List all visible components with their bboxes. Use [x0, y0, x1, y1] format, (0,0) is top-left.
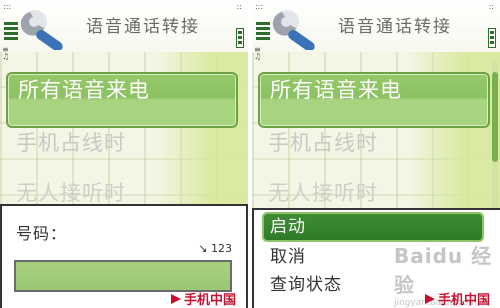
screen-right: ::: 语音通话转接 :: ≡ ♫ 所有语音来电 手机占线时 无人接听时 启动 取… [252, 0, 500, 308]
list-item-label: 手机占线时 [16, 131, 126, 155]
list-item-label: 所有语音来电 [270, 78, 402, 102]
indicator-icon: ≡ ♫ [2, 45, 10, 61]
list-item-all-calls[interactable]: 所有语音来电 [6, 72, 238, 128]
status-dots: ::: [3, 2, 12, 11]
number-label: 号码： [16, 224, 68, 243]
screen-left: ::: 语音通话转接 :: ≡ ♫ 所有语音来电 手机占线时 无人接听时 号码： … [0, 0, 248, 308]
status-dots: ::: [255, 2, 264, 11]
title-bar: ::: 语音通话转接 :: [0, 0, 248, 52]
list-item-label: 所有语音来电 [18, 78, 150, 102]
list-item-label: 手机占线时 [268, 131, 378, 155]
number-input-dialog: 号码： ↘ 123 手机中国 [0, 204, 248, 308]
indicator-icon: ≡ ♫ [254, 45, 262, 61]
battery-icon [236, 28, 244, 48]
wrench-icon [20, 10, 63, 50]
brand-logo: 手机中国 [425, 289, 490, 308]
menu-item-activate[interactable]: 启动 [264, 214, 482, 240]
status-dots-right: :: [488, 2, 494, 11]
signal-icon [256, 22, 270, 44]
status-dots-right: :: [236, 2, 242, 11]
battery-icon [488, 28, 496, 48]
options-menu: 启动 取消 查询状态 Baidu 经验 jingyan.baidu.com 手机… [252, 208, 500, 308]
scrollbar-thumb[interactable] [492, 72, 498, 162]
list-item-busy[interactable]: 手机占线时 [6, 128, 238, 182]
list-item-busy[interactable]: 手机占线时 [258, 128, 490, 182]
signal-icon [4, 22, 18, 44]
page-title: 语音通话转接 [86, 17, 200, 37]
list-item-all-calls[interactable]: 所有语音来电 [258, 72, 490, 128]
brand-logo: 手机中国 [171, 289, 236, 308]
input-mode-indicator: ↘ 123 [198, 242, 232, 255]
wrench-icon [272, 10, 315, 50]
list-item-label: 无人接听时 [268, 181, 378, 205]
page-title: 语音通话转接 [338, 17, 452, 37]
input-mode-label: 123 [211, 242, 232, 255]
list-item-label: 无人接听时 [16, 181, 126, 205]
number-input-field[interactable] [14, 260, 232, 292]
input-mode-icon: ↘ [198, 242, 208, 255]
title-bar: ::: 语音通话转接 :: [252, 0, 500, 52]
